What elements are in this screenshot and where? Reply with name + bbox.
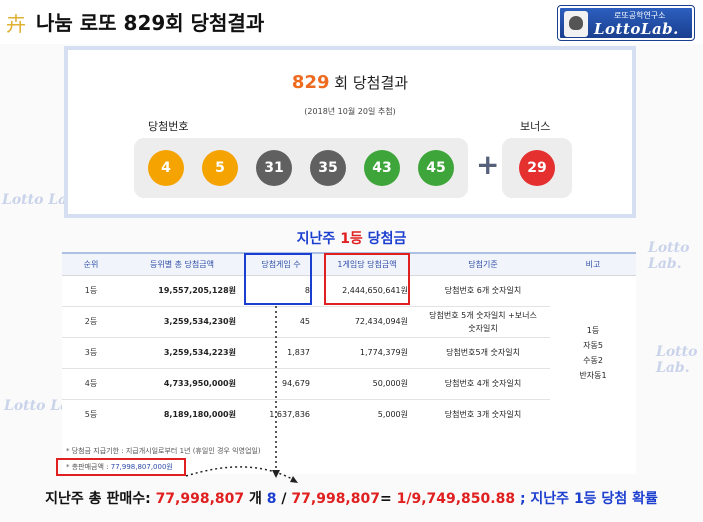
- arrow-head: [290, 476, 298, 483]
- formula-slash: /: [276, 491, 292, 507]
- dotted-arrows: [185, 306, 298, 483]
- formula-lead: 지난주 총 판매수:: [45, 491, 156, 507]
- probability-formula: 지난주 총 판매수: 77,998,807 개 8 / 77,998,807= …: [0, 488, 703, 508]
- formula-result: 1/9,749,850.88: [396, 491, 516, 507]
- formula-unit: 개: [244, 491, 267, 507]
- formula-equals: =: [379, 491, 397, 507]
- formula-winners: 8: [266, 491, 277, 507]
- formula-sales-denominator: 77,998,807: [291, 491, 380, 507]
- formula-tail: ; 지난주 1등 당첨 확률: [515, 491, 658, 507]
- arrow-head: [272, 470, 280, 478]
- formula-sales: 77,998,807: [155, 491, 245, 507]
